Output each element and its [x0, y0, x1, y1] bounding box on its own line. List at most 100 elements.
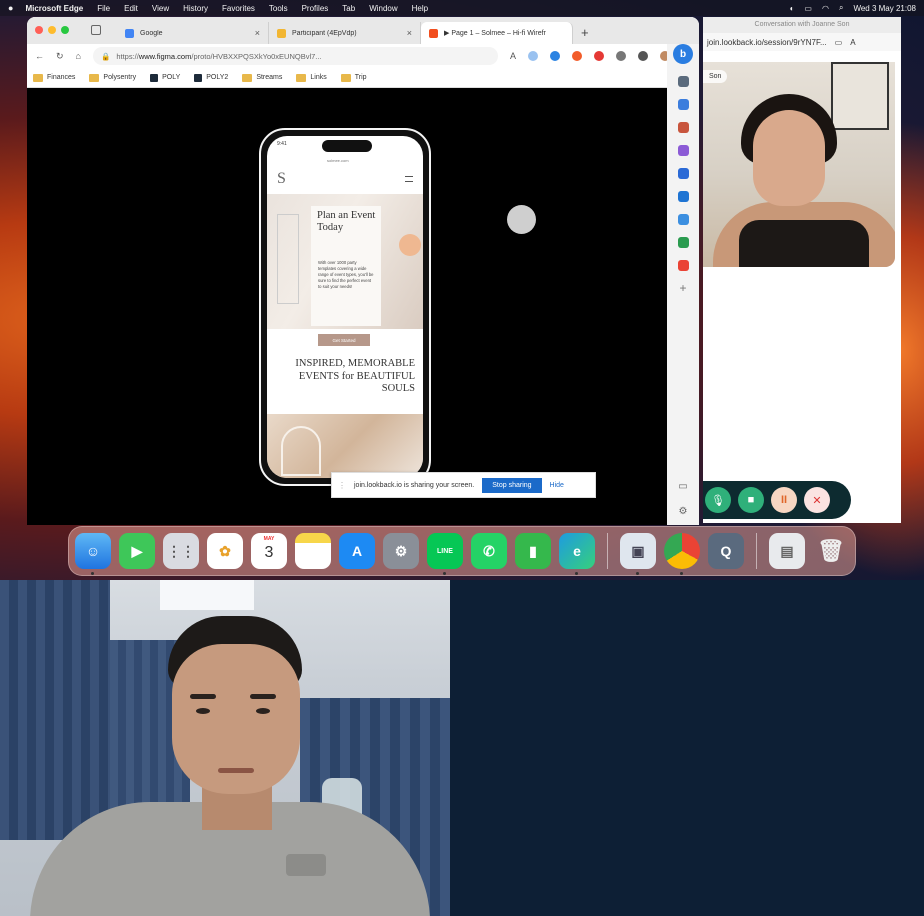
get-started-button[interactable]: Get Started [318, 334, 370, 346]
launchpad-icon[interactable]: ⋮⋮ [163, 533, 199, 569]
opera-extension-icon[interactable] [594, 51, 604, 61]
tab-view-icon[interactable]: ▭ [835, 38, 843, 47]
search-icon[interactable] [677, 76, 689, 87]
close-tab-icon[interactable]: × [407, 28, 412, 38]
office-icon[interactable] [677, 168, 689, 179]
numbers-icon[interactable]: ▮ [515, 533, 551, 569]
phone-screen[interactable]: 9:41 solmee.com S Plan an Event Today Wi… [267, 136, 423, 478]
collections-icon[interactable] [638, 51, 648, 61]
menu-tab[interactable]: Tab [342, 4, 355, 13]
settings-icon[interactable]: ⚙ [679, 506, 688, 517]
bookmark-streams[interactable]: Streams [242, 73, 282, 82]
back-icon[interactable]: ← [35, 51, 44, 61]
shirt-logo [286, 854, 326, 876]
mic-icon[interactable]: 🎙 [705, 487, 731, 513]
site-logo[interactable]: S [277, 170, 286, 188]
bookmark-label: Finances [47, 74, 76, 81]
line-icon[interactable]: LINE [427, 533, 463, 575]
lookback-address-bar[interactable]: join.lookback.io/session/9rYN7F... ▭ A [703, 33, 901, 51]
vimeo-extension-icon[interactable] [550, 51, 560, 61]
menu-bar-status: ◐ ▭ ◠ ⌕ Wed 3 May 21:08 [790, 3, 916, 13]
system-settings-icon[interactable]: ⚙ [383, 533, 419, 569]
quicktime-icon[interactable]: Q [708, 533, 744, 569]
chrome-icon[interactable] [664, 533, 700, 575]
whatsapp-icon[interactable]: ✆ [471, 533, 507, 569]
battery-icon[interactable]: ▭ [804, 4, 812, 13]
close-tab-icon[interactable]: × [255, 28, 260, 38]
close-window-button[interactable] [35, 26, 43, 34]
end-call-icon[interactable]: ✕ [804, 487, 830, 513]
zoom-window-button[interactable] [61, 26, 69, 34]
pause-icon[interactable]: II [771, 487, 797, 513]
preview-icon[interactable]: ▣ [620, 533, 656, 575]
menu-app-name[interactable]: Microsoft Edge [25, 4, 83, 13]
phone-mockup[interactable]: 9:41 solmee.com S Plan an Event Today Wi… [259, 128, 431, 486]
address-bar: ← ↻ ⌂ 🔒 https://www.figma.com/proto/HVBX… [27, 44, 699, 68]
read-aloud-icon[interactable]: A [510, 51, 516, 61]
read-aloud-icon[interactable]: A [850, 38, 855, 47]
menu-profiles[interactable]: Profiles [302, 4, 329, 13]
refresh-icon[interactable]: ↻ [56, 51, 64, 62]
extensions-icon[interactable] [616, 51, 626, 61]
minimize-window-button[interactable] [48, 26, 56, 34]
tab-figma[interactable]: ▶ Page 1 – Solmee – Hi-fi Wirefr [421, 22, 573, 44]
camera-icon[interactable]: ■ [738, 487, 764, 513]
tools-icon[interactable] [677, 99, 689, 110]
documents-folder-icon[interactable]: ▤ [769, 533, 805, 569]
wifi-icon[interactable]: ◠ [822, 4, 829, 13]
menu-history[interactable]: History [183, 4, 208, 13]
lookback-url[interactable]: join.lookback.io/session/9rYN7F... [707, 38, 827, 47]
bookmark-finances[interactable]: Finances [33, 73, 76, 82]
google-icon[interactable] [677, 260, 689, 271]
edge-sidebar: b + ▭ ⚙ [667, 44, 699, 525]
menu-window[interactable]: Window [369, 4, 397, 13]
hamburger-menu-icon[interactable] [405, 176, 413, 182]
bing-chat-icon[interactable]: b [673, 44, 693, 64]
tree-icon[interactable] [677, 237, 689, 248]
split-screen-icon[interactable]: ▭ [678, 481, 687, 492]
calendar-icon[interactable]: MAY 3 [251, 533, 287, 569]
call-controls: 🎙 ■ II ✕ [703, 481, 851, 519]
menu-favorites[interactable]: Favorites [222, 4, 255, 13]
shopping-icon[interactable] [677, 122, 689, 133]
home-icon[interactable]: ⌂ [76, 51, 81, 61]
menu-help[interactable]: Help [412, 4, 428, 13]
bookmark-trip[interactable]: Trip [340, 73, 367, 82]
word-icon[interactable] [677, 214, 689, 225]
bookmark-poly2[interactable]: POLY2 [194, 73, 228, 82]
apple-menu-icon[interactable]: ● [8, 3, 13, 13]
phone-time: 9:41 [277, 141, 287, 147]
bookmark-polysentry[interactable]: Polysentry [89, 73, 136, 82]
extension-icon[interactable] [528, 51, 538, 61]
lock-icon: 🔒 [100, 51, 111, 61]
tab-actions-icon[interactable] [91, 25, 101, 35]
outlook-icon[interactable] [677, 191, 689, 202]
photos-icon[interactable]: ✿ [207, 533, 243, 569]
edge-icon[interactable]: e [559, 533, 595, 575]
facetime-icon[interactable]: ▶ [119, 533, 155, 569]
control-center-icon[interactable]: ◐ [790, 4, 795, 13]
drag-handle-icon[interactable]: ⋮ [338, 481, 346, 490]
stop-sharing-button[interactable]: Stop sharing [482, 477, 542, 493]
menu-view[interactable]: View [152, 4, 169, 13]
people-icon[interactable] [677, 145, 689, 156]
figma-prototype-canvas[interactable]: 9:41 solmee.com S Plan an Event Today Wi… [27, 88, 667, 525]
notes-icon[interactable] [295, 533, 331, 569]
tab-participant[interactable]: Participant (4EpVdp) × [269, 22, 421, 44]
brave-extension-icon[interactable] [572, 51, 582, 61]
hide-share-bar-button[interactable]: Hide [550, 482, 564, 489]
spotlight-icon[interactable]: ⌕ [839, 3, 843, 13]
add-sidebar-app-icon[interactable]: + [679, 282, 686, 294]
menu-clock[interactable]: Wed 3 May 21:08 [853, 4, 916, 13]
tab-google[interactable]: Google × [117, 22, 269, 44]
bookmark-links[interactable]: Links [296, 73, 327, 82]
new-tab-button[interactable]: + [573, 22, 597, 44]
trash-icon[interactable]: 🗑 [813, 533, 849, 569]
menu-edit[interactable]: Edit [124, 4, 138, 13]
app-store-icon[interactable]: A [339, 533, 375, 569]
finder-icon[interactable]: ☺ [75, 533, 111, 575]
menu-tools[interactable]: Tools [269, 4, 288, 13]
bookmark-poly[interactable]: POLY [150, 73, 180, 82]
menu-file[interactable]: File [97, 4, 110, 13]
url-field[interactable]: 🔒 https://www.figma.com/proto/HVBXXPQSXk… [92, 47, 498, 65]
